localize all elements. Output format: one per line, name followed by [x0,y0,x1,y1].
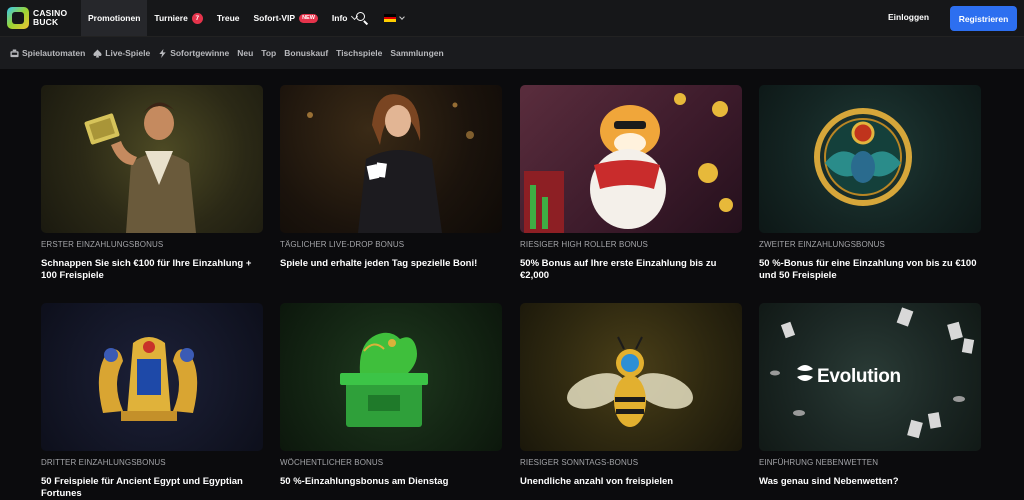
category-label: Neu [237,48,254,58]
game-category-bar: Spielautomaten Live-Spiele Sofortgewinne… [0,37,1024,69]
category-spielautomaten[interactable]: Spielautomaten [10,48,85,58]
nav-label: Turniere [154,13,188,23]
german-flag-icon[interactable] [384,14,396,23]
promotion-title[interactable]: Unendliche anzahl von freispielen [520,476,742,488]
main-nav: Promotionen Turniere 7 Treue Sofort-VIP … [81,0,364,36]
evolution-logo-text: Evolution [817,366,901,387]
promotion-category: WÖCHENTLICHER BONUS [280,458,384,467]
promotion-category: ERSTER EINZAHLUNGSBONUS [41,240,164,249]
promotion-category: TÄGLICHER LIVE-DROP BONUS [280,240,405,249]
category-live-spiele[interactable]: Live-Spiele [93,48,150,58]
search-icon[interactable] [356,12,369,25]
logo-icon [7,7,29,29]
category-bonuskauf[interactable]: Bonuskauf [284,48,328,58]
spade-icon [93,48,102,58]
promotion-title[interactable]: Schnappen Sie sich €100 für Ihre Einzahl… [41,258,263,282]
nav-label: Info [331,13,348,23]
category-sammlungen[interactable]: Sammlungen [390,48,443,58]
category-label: Sammlungen [390,48,444,58]
promotion-title[interactable]: 50% Bonus auf Ihre erste Einzahlung bis … [520,258,742,282]
nav-item-turniere[interactable]: Turniere 7 [147,0,209,36]
promotion-card[interactable]: DRITTER EINZAHLUNGSBONUS 50 Freispiele f… [41,303,263,500]
register-button[interactable]: Registrieren [950,6,1017,31]
count-badge: 7 [191,12,203,24]
casino-buck-logo[interactable]: CASINO BUCK [7,7,69,29]
logo-line-2: BUCK [33,17,59,27]
category-tischspiele[interactable]: Tischspiele [336,48,382,58]
promotion-title[interactable]: Was genau sind Nebenwetten? [759,476,981,488]
promotion-title[interactable]: Spiele und erhalte jeden Tag spezielle B… [280,258,502,270]
promotion-category: ZWEITER EINZAHLUNGSBONUS [759,240,885,249]
nav-label: Sofort-VIP [253,13,296,23]
logo-text: CASINO BUCK [33,9,69,27]
category-label: Sofortgewinne [170,48,230,58]
promotion-card[interactable]: ZWEITER EINZAHLUNGSBONUS 50 %-Bonus für … [759,85,981,282]
nav-label: Promotionen [88,13,141,23]
promotion-card[interactable]: TÄGLICHER LIVE-DROP BONUS Spiele und erh… [280,85,502,270]
promotion-card[interactable]: Evolution EINFÜHRUNG NEBENWETTEN Was gen… [759,303,981,488]
promotion-category: EINFÜHRUNG NEBENWETTEN [759,458,879,467]
promotion-card[interactable]: RIESIGER HIGH ROLLER BONUS 50% Bonus auf… [520,85,742,282]
jade-dragon-chest-image[interactable] [280,303,502,451]
promotion-title[interactable]: 50 Freispiele für Ancient Egypt und Egyp… [41,476,263,500]
nav-item-sofort-vip[interactable]: Sofort-VIP NEW [247,0,325,36]
language-chevron-down-icon[interactable] [399,14,405,20]
category-neu[interactable]: Neu [237,48,253,58]
evolution-cards-chips-image[interactable]: Evolution [759,303,981,451]
promotion-card[interactable]: WÖCHENTLICHER BONUS 50 %-Einzahlungsbonu… [280,303,502,488]
category-label: Bonuskauf [284,48,329,58]
nav-item-treue[interactable]: Treue [210,0,247,36]
login-button[interactable]: Einloggen [888,12,929,22]
category-label: Spielautomaten [22,48,86,58]
tiger-with-coins-image[interactable] [520,85,742,233]
lightning-icon [159,48,166,58]
category-label: Live-Spiele [105,48,151,58]
egyptian-cobra-crown-image[interactable] [41,303,263,451]
category-sofortgewinne[interactable]: Sofortgewinne [158,48,229,58]
nav-label: Treue [216,13,240,23]
promotion-title[interactable]: 50 %-Bonus für eine Einzahlung von bis z… [759,258,981,282]
category-top[interactable]: Top [261,48,276,58]
nav-item-promotionen[interactable]: Promotionen [81,0,148,36]
live-dealer-with-cards-image[interactable] [280,85,502,233]
promotion-title[interactable]: 50 %-Einzahlungsbonus am Dienstag [280,476,502,488]
promotion-card[interactable]: RIESIGER SONNTAGS-BONUS Unendliche anzah… [520,303,742,488]
new-badge: NEW [299,13,318,23]
promotion-category: RIESIGER SONNTAGS-BONUS [520,458,639,467]
promotion-category: DRITTER EINZAHLUNGSBONUS [41,458,166,467]
golden-scarab-image[interactable] [759,85,981,233]
golden-bee-image[interactable] [520,303,742,451]
category-label: Top [261,48,277,58]
promotion-category: RIESIGER HIGH ROLLER BONUS [520,240,648,249]
slot-machine-icon [10,48,19,57]
promotion-card[interactable]: ERSTER EINZAHLUNGSBONUS Schnappen Sie si… [41,85,263,282]
category-label: Tischspiele [336,48,383,58]
adventurer-with-book-image[interactable] [41,85,263,233]
top-navigation-bar: CASINO BUCK Promotionen Turniere 7 Treue… [0,0,1024,37]
